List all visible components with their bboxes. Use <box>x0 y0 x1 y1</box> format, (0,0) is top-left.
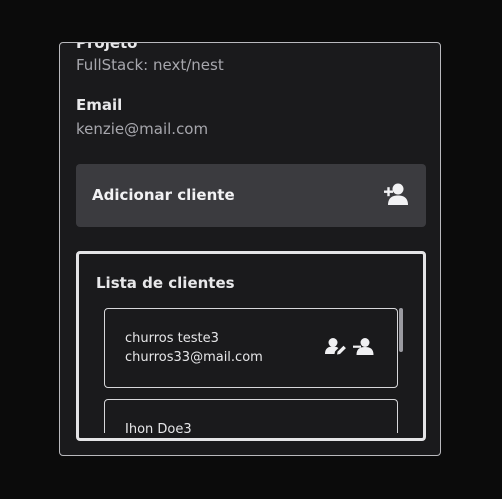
user-plus-icon <box>384 183 408 205</box>
email-value: kenzie@mail.com <box>76 120 209 138</box>
project-label: Projeto <box>76 42 138 52</box>
project-value: FullStack: next/nest <box>76 56 224 74</box>
clients-list-panel: Lista de clientes churros teste3 churros… <box>76 251 426 441</box>
client-name: churros teste3 <box>125 331 219 346</box>
profile-card: Projeto FullStack: next/nest Email kenzi… <box>59 42 441 456</box>
client-email: churros33@mail.com <box>125 350 263 365</box>
client-item: churros teste3 churros33@mail.com <box>104 308 398 388</box>
clients-list-scrollbar[interactable] <box>399 308 403 352</box>
clients-list-scroll-area[interactable]: churros teste3 churros33@mail.com Jhon D… <box>104 308 407 433</box>
email-label: Email <box>76 96 123 114</box>
user-minus-icon[interactable] <box>353 337 375 357</box>
clients-list-title: Lista de clientes <box>96 274 235 292</box>
user-edit-icon[interactable] <box>325 337 347 357</box>
add-client-button[interactable]: Adicionar cliente <box>76 164 426 227</box>
client-item: Jhon Doe3 <box>104 399 398 433</box>
add-client-label: Adicionar cliente <box>92 186 235 204</box>
client-name: Jhon Doe3 <box>125 422 192 433</box>
